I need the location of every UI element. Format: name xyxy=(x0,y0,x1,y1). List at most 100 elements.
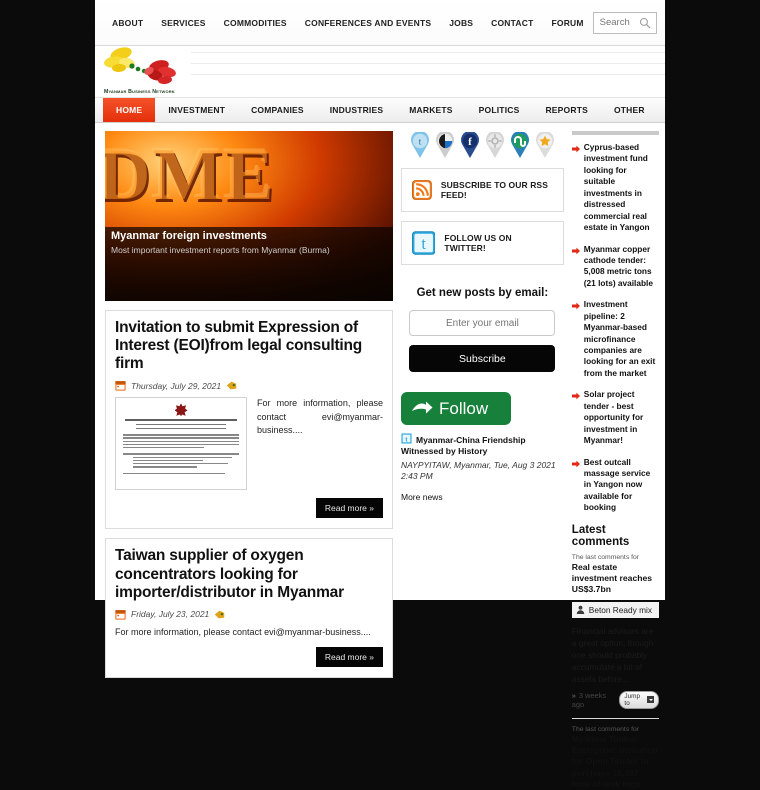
comment-timestamp: 3 weeks ago xyxy=(572,691,615,709)
latest-comment-item: The last comments for Real estate invest… xyxy=(571,553,659,709)
topnav-item-jobs[interactable]: Jobs xyxy=(440,14,482,32)
comment-body: Financial advisors are a great option, t… xyxy=(571,625,654,685)
sidebar-news-link[interactable]: Solar project tender - best opportunity … xyxy=(584,389,659,446)
facebook-icon[interactable]: f xyxy=(459,132,481,158)
svg-text:f: f xyxy=(468,136,472,148)
topnav-item-about[interactable]: About xyxy=(103,14,152,32)
more-news-link[interactable]: More news xyxy=(401,492,564,502)
sidebar-news-link[interactable]: Cyprus-based investment fund looking for… xyxy=(584,142,659,234)
sidebar-news-item: Cyprus-based investment fund looking for… xyxy=(571,142,659,234)
mainnav-item-companies[interactable]: Companies xyxy=(238,98,317,122)
search-icon[interactable] xyxy=(639,17,651,29)
article-card: Invitation to submit Expression of Inter… xyxy=(105,310,393,530)
sidebar-news-link[interactable]: Myanmar copper cathode tender: 5,008 met… xyxy=(584,244,659,290)
read-more-button[interactable]: Read more » xyxy=(315,498,383,519)
comment-author-name[interactable]: Beton Ready mix xyxy=(589,605,652,615)
topnav-item-conferences[interactable]: Conferences and Events xyxy=(296,14,440,32)
mainnav-item-home[interactable]: Home xyxy=(103,98,156,122)
article-date: Thursday, July 29, 2021 xyxy=(131,380,222,391)
twitter-promo-panel[interactable]: t FOLLOW US ON TWITTER! xyxy=(401,221,564,265)
tweet-headline-row: t Myanmar-China Friendship Witnessed by … xyxy=(401,433,564,458)
thumb-heading-line-2 xyxy=(136,423,226,426)
hero-overlay-text: DME xyxy=(105,134,276,216)
favorites-star-icon[interactable] xyxy=(534,132,556,158)
government-seal-icon xyxy=(174,403,188,417)
tag-icon xyxy=(215,610,225,619)
stumbleupon-icon[interactable] xyxy=(509,132,531,158)
arrow-bullet-icon xyxy=(571,247,580,254)
article-thumbnail[interactable] xyxy=(115,397,247,491)
thumb-text-line xyxy=(133,466,197,468)
site-logo[interactable]: Myanmar Business Network xyxy=(103,46,185,96)
comment-footer: 3 weeks ago Jump to xyxy=(572,690,659,709)
twitter-icon[interactable]: t xyxy=(409,132,431,158)
thumb-text-line xyxy=(123,443,239,446)
sidebar-news-item: Solar project tender - best opportunity … xyxy=(571,389,659,446)
hero-banner[interactable]: DME Myanmar foreign investments Most imp… xyxy=(105,131,393,301)
topnav-item-services[interactable]: Services xyxy=(152,14,214,32)
page-container: About Services Commodities Conferences a… xyxy=(95,0,665,789)
rule-1 xyxy=(191,52,665,53)
tweet-item: t Myanmar-China Friendship Witnessed by … xyxy=(401,433,564,502)
logo-band-rules xyxy=(191,46,665,85)
comment-post-title[interactable]: Myanma Timber Enterprise: Invitation for… xyxy=(572,734,659,790)
digg-icon[interactable] xyxy=(484,132,506,158)
arrow-right-icon xyxy=(412,401,433,413)
content-grid: DME Myanmar foreign investments Most imp… xyxy=(95,123,665,789)
thumb-text-line xyxy=(123,434,239,436)
article-title[interactable]: Invitation to submit Expression of Inter… xyxy=(115,319,383,373)
sidebar-news-item: Best outcall massage service in Yangon n… xyxy=(571,457,659,514)
subscribe-heading: Get new posts by email: xyxy=(416,287,549,299)
follow-button[interactable]: Follow xyxy=(401,392,511,425)
search-box[interactable] xyxy=(592,11,657,34)
chevron-down-icon xyxy=(647,696,654,704)
latest-comment-item: The last comments for Myanma Timber Ente… xyxy=(572,726,659,790)
thumb-text-line xyxy=(123,440,239,443)
mainnav-item-politics[interactable]: Politics xyxy=(466,98,533,122)
topnav-item-commodities[interactable]: Commodities xyxy=(215,14,296,32)
mainnav-item-other[interactable]: Other xyxy=(601,98,658,122)
twitter-icon: t xyxy=(401,433,412,444)
calendar-icon xyxy=(115,381,126,391)
rss-promo-label: SUBSCRIBE TO OUR RSS FEED! xyxy=(440,180,548,200)
thumb-text-line xyxy=(133,459,203,462)
topnav-item-forum[interactable]: Forum xyxy=(542,14,592,32)
mainnav-item-reports[interactable]: Reports xyxy=(532,98,601,122)
mainnav-item-markets[interactable]: Markets xyxy=(396,98,465,122)
twitter-promo-label: FOLLOW US ON TWITTER! xyxy=(444,233,512,253)
article-title[interactable]: Taiwan supplier of oxygen concentrators … xyxy=(115,547,383,601)
svg-text:t: t xyxy=(421,234,426,253)
article-card: Taiwan supplier of oxygen concentrators … xyxy=(105,538,393,679)
article-excerpt: For more information, please contact evi… xyxy=(115,626,371,637)
sidebar-news-item: Investment pipeline: 2 Myanmar-based mic… xyxy=(571,299,659,379)
subscribe-button[interactable]: Subscribe xyxy=(409,345,556,372)
delicious-icon[interactable] xyxy=(434,132,456,158)
comment-post-title[interactable]: Real estate investment reaches US$3.7bn xyxy=(572,562,659,596)
hero-caption: Myanmar foreign investments Most importa… xyxy=(111,230,330,255)
middle-column: t f SUBSCRIBE TO OUR RSS FEED! t FOLLOW … xyxy=(401,131,564,645)
read-more-button[interactable]: Read more » xyxy=(315,647,383,668)
social-icons-row: t f xyxy=(401,132,564,158)
sidebar-news-link[interactable]: Investment pipeline: 2 Myanmar-based mic… xyxy=(584,299,659,379)
hero-title: Myanmar foreign investments xyxy=(111,230,267,242)
rss-promo-panel[interactable]: SUBSCRIBE TO OUR RSS FEED! xyxy=(401,168,564,212)
arrow-bullet-icon xyxy=(571,460,580,467)
comment-for-label: The last comments for xyxy=(571,553,640,561)
latest-comments-heading: Latest comments xyxy=(571,523,630,548)
hero-subtitle: Most important investment reports from M… xyxy=(111,245,330,255)
tweet-headline[interactable]: Myanmar-China Friendship Witnessed by Hi… xyxy=(401,435,526,456)
article-meta: Thursday, July 29, 2021 xyxy=(115,380,383,391)
mainnav-item-industries[interactable]: Industries xyxy=(317,98,396,122)
logo-text: Myanmar Business Network xyxy=(104,89,175,95)
email-input[interactable] xyxy=(409,310,556,336)
thumb-text-line xyxy=(123,472,226,475)
sidebar-news-item: Myanmar copper cathode tender: 5,008 met… xyxy=(571,244,659,290)
top-navigation: About Services Commodities Conferences a… xyxy=(103,14,593,32)
topnav-item-contact[interactable]: Contact xyxy=(482,14,542,32)
jump-to-button[interactable]: Jump to xyxy=(619,690,659,709)
mainnav-item-investment[interactable]: Investment xyxy=(155,98,238,122)
email-subscribe-box: Get new posts by email: Subscribe xyxy=(401,287,564,372)
twitter-icon: t xyxy=(412,231,436,255)
sidebar-news-link[interactable]: Best outcall massage service in Yangon n… xyxy=(584,457,659,514)
logo-flowers-icon xyxy=(104,47,176,85)
